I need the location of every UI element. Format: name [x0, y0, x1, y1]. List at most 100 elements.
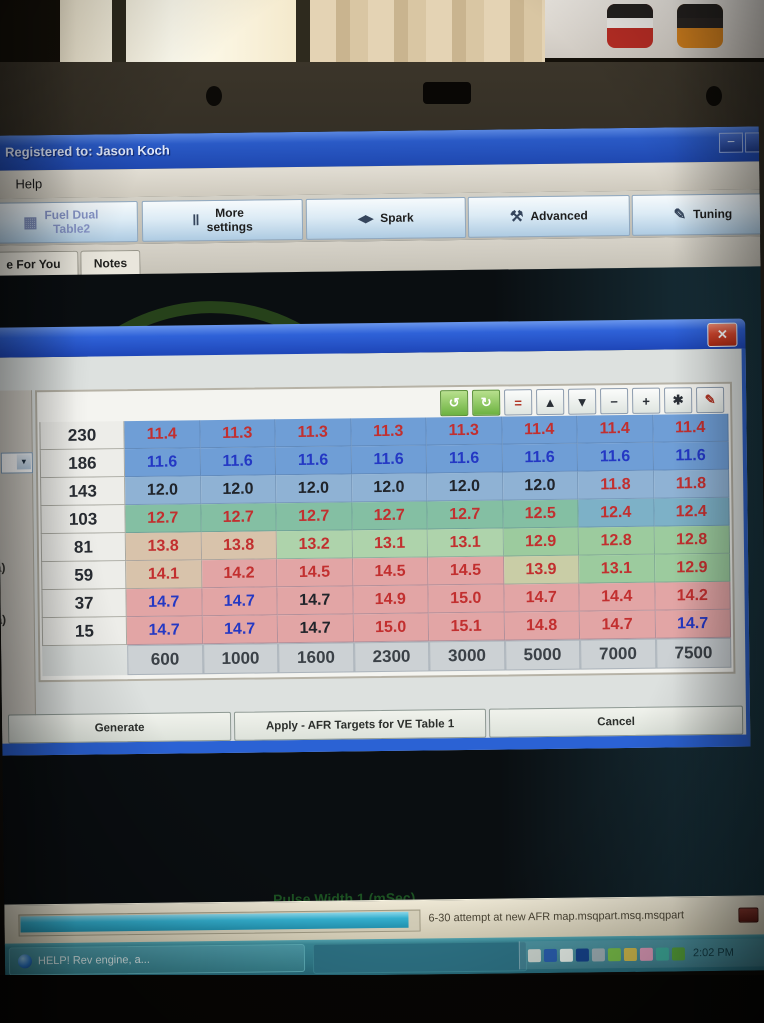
afr-cell[interactable]: 13.1: [352, 529, 429, 559]
afr-cell[interactable]: 11.4: [577, 414, 654, 444]
afr-cell[interactable]: 11.6: [200, 447, 277, 477]
decrease-icon[interactable]: ▼: [568, 388, 597, 415]
usb-icon[interactable]: [575, 948, 589, 962]
afr-cell[interactable]: 12.7: [125, 504, 202, 534]
afr-cell[interactable]: 13.1: [427, 528, 504, 558]
afr-cell[interactable]: 15.0: [428, 584, 505, 614]
bluetooth-icon[interactable]: [543, 948, 558, 962]
dialog-titlebar[interactable]: ✕: [0, 318, 746, 359]
edit-pencil-icon[interactable]: ✎: [695, 386, 725, 414]
afr-cell[interactable]: 11.6: [124, 448, 201, 478]
afr-cell[interactable]: 11.3: [275, 418, 352, 448]
afr-cell[interactable]: 11.6: [426, 444, 503, 474]
afr-cell[interactable]: 12.0: [200, 475, 277, 505]
toolbar-button-more[interactable]: ‖ More settings: [141, 198, 304, 242]
afr-cell[interactable]: 11.6: [275, 446, 352, 476]
battery-icon[interactable]: [623, 947, 637, 961]
afr-cell[interactable]: 12.0: [276, 474, 352, 504]
afr-cell[interactable]: 15.0: [353, 613, 430, 643]
increase-icon[interactable]: ▲: [536, 388, 565, 416]
afr-cell[interactable]: 11.4: [652, 413, 729, 443]
afr-cell[interactable]: 12.0: [351, 473, 428, 503]
network-icon[interactable]: [527, 948, 542, 962]
messenger-icon[interactable]: [639, 947, 653, 961]
afr-cell[interactable]: 12.8: [654, 525, 731, 555]
maximize-button[interactable]: [744, 132, 764, 153]
signal-icon[interactable]: [671, 946, 685, 960]
toolbar-button-fuel-dual[interactable]: ▦ Fuel Dual Table2: [0, 200, 139, 244]
afr-cell[interactable]: 12.0: [427, 472, 503, 502]
afr-cell[interactable]: 14.7: [201, 587, 278, 617]
afr-cell[interactable]: 14.5: [352, 557, 429, 587]
afr-cell[interactable]: 14.4: [579, 582, 656, 612]
afr-cell[interactable]: 14.7: [277, 586, 354, 616]
afr-cell[interactable]: 14.5: [428, 556, 504, 586]
afr-cell[interactable]: 15.1: [428, 612, 505, 642]
afr-cell[interactable]: 14.1: [126, 560, 202, 590]
afr-cell[interactable]: 11.4: [124, 420, 201, 450]
menu-help[interactable]: Help: [15, 176, 42, 191]
afr-cell[interactable]: 11.6: [351, 445, 428, 475]
tab-notes[interactable]: Notes: [80, 249, 141, 276]
apply-button[interactable]: Apply - AFR Targets for VE Table 1: [233, 708, 487, 741]
afr-cell[interactable]: 13.1: [579, 554, 655, 584]
display-icon[interactable]: [591, 947, 605, 961]
afr-cell[interactable]: 12.0: [502, 471, 579, 501]
close-icon[interactable]: ✕: [707, 322, 738, 348]
units-dropdown[interactable]: ▾: [0, 452, 33, 474]
afr-cell[interactable]: 12.7: [351, 501, 428, 531]
afr-cell[interactable]: 14.7: [503, 583, 580, 613]
afr-cell[interactable]: 12.9: [503, 527, 580, 557]
set-equal-icon[interactable]: =: [504, 389, 533, 416]
afr-cell[interactable]: 12.8: [578, 526, 655, 556]
afr-cell[interactable]: 12.4: [578, 498, 655, 528]
afr-cell[interactable]: 14.7: [126, 588, 203, 618]
afr-cell[interactable]: 11.8: [578, 470, 654, 500]
toolbar-button-advanced[interactable]: ⚒ Advanced: [467, 194, 631, 238]
afr-cell[interactable]: 14.7: [126, 616, 203, 646]
antivirus-icon[interactable]: [655, 947, 669, 961]
minus-icon[interactable]: −: [600, 387, 629, 415]
afr-cell[interactable]: 14.9: [352, 585, 429, 615]
afr-cell[interactable]: 11.3: [199, 419, 276, 449]
chart-icon[interactable]: [607, 947, 621, 961]
tab-e-for-you[interactable]: e For You: [0, 250, 79, 277]
afr-cell[interactable]: 11.3: [350, 417, 427, 447]
afr-cell[interactable]: 12.9: [654, 553, 731, 583]
taskbar-app-button[interactable]: HELP! Rev engine, a...: [8, 943, 306, 976]
taskbar-active-button[interactable]: [312, 941, 528, 974]
afr-cell[interactable]: 13.9: [503, 555, 580, 585]
afr-cell[interactable]: 12.7: [200, 503, 277, 533]
afr-cell[interactable]: 14.7: [277, 614, 354, 644]
afr-cell[interactable]: 12.7: [276, 502, 353, 532]
redo-icon[interactable]: ↻: [472, 389, 501, 416]
afr-cell[interactable]: 14.7: [655, 609, 732, 639]
afr-cell[interactable]: 14.8: [504, 611, 581, 641]
plus-icon[interactable]: +: [632, 387, 661, 414]
afr-cell[interactable]: 12.0: [125, 476, 201, 506]
afr-cell[interactable]: 12.7: [427, 500, 504, 530]
afr-cell[interactable]: 14.2: [201, 559, 278, 589]
minimize-button[interactable]: –: [718, 132, 744, 153]
afr-cell[interactable]: 12.4: [653, 497, 730, 527]
afr-cell[interactable]: 11.6: [502, 443, 579, 473]
afr-cell[interactable]: 13.8: [201, 531, 278, 561]
undo-icon[interactable]: ↺: [440, 389, 469, 417]
multiply-icon[interactable]: ✱: [663, 387, 693, 414]
volume-icon[interactable]: [559, 948, 574, 962]
toolbar-button-tuning[interactable]: ✎ Tuning: [631, 193, 764, 236]
afr-cell[interactable]: 13.8: [125, 532, 202, 562]
toolbar-button-spark[interactable]: ◂▸ Spark: [305, 196, 467, 240]
afr-cell[interactable]: 11.6: [653, 441, 730, 471]
afr-cell[interactable]: 11.8: [653, 469, 730, 499]
afr-cell[interactable]: 14.7: [202, 615, 279, 645]
generate-button[interactable]: Generate: [7, 711, 232, 744]
afr-cell[interactable]: 14.7: [579, 610, 656, 640]
afr-cell[interactable]: 14.5: [277, 558, 353, 588]
cancel-button[interactable]: Cancel: [488, 705, 744, 738]
afr-cell[interactable]: 14.2: [654, 581, 731, 611]
afr-cell[interactable]: 11.4: [501, 415, 578, 445]
afr-cell[interactable]: 13.2: [276, 530, 353, 560]
afr-cell[interactable]: 12.5: [502, 499, 579, 529]
afr-cell[interactable]: 11.6: [577, 442, 654, 472]
